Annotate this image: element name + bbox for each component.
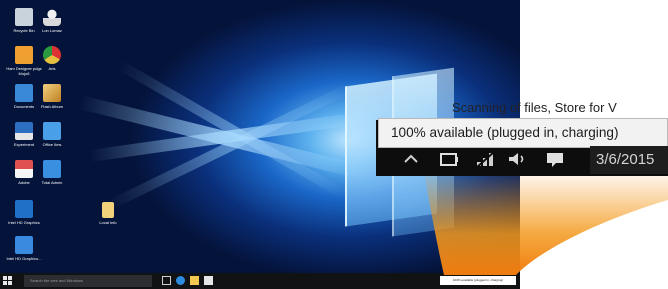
volume-icon[interactable] <box>506 148 528 170</box>
zoom-banner-text: Scanning of files, Store for V <box>452 100 617 115</box>
chevron-up-icon[interactable] <box>400 148 422 170</box>
network-icon[interactable] <box>474 148 496 170</box>
zoom-callout-funnel <box>424 172 668 275</box>
action-center-icon[interactable] <box>544 148 566 170</box>
zoomed-clock-date[interactable]: 3/6/2015 <box>590 146 668 174</box>
battery-icon[interactable] <box>438 148 460 170</box>
battery-status-tooltip: 100% available (plugged in, charging) <box>378 118 668 148</box>
